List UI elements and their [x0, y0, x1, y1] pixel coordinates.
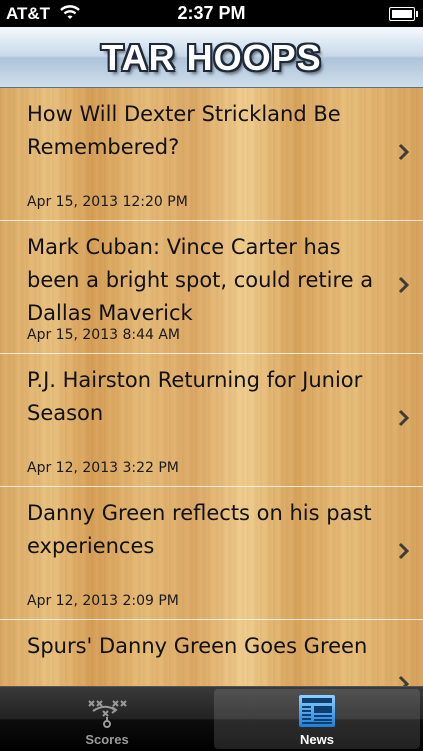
news-row[interactable]: How Will Dexter Strickland Be Remembered…: [0, 88, 423, 221]
news-row[interactable]: P.J. Hairston Returning for Junior Seaso…: [0, 354, 423, 487]
tab-bar: Scores News: [0, 686, 423, 751]
playbook-icon: [88, 700, 127, 728]
tab-label: News: [300, 732, 334, 747]
chevron-right-icon: [398, 143, 410, 161]
chevron-right-icon: [398, 276, 410, 294]
news-title: Danny Green reflects on his past experie…: [27, 501, 372, 558]
news-title: P.J. Hairston Returning for Junior Seaso…: [27, 368, 363, 425]
news-row[interactable]: Mark Cuban: Vince Carter has been a brig…: [0, 221, 423, 354]
tab-scores[interactable]: Scores: [4, 689, 210, 749]
news-list-container[interactable]: How Will Dexter Strickland Be Remembered…: [0, 88, 423, 686]
news-title: How Will Dexter Strickland Be Remembered…: [27, 102, 341, 159]
news-list: How Will Dexter Strickland Be Remembered…: [0, 88, 423, 686]
newspaper-icon: [299, 695, 335, 727]
news-date: Apr 12, 2013 2:09 PM: [27, 593, 179, 609]
tab-news[interactable]: News: [214, 689, 420, 749]
news-row[interactable]: Spurs' Danny Green Goes Green: [0, 620, 423, 686]
news-title: Mark Cuban: Vince Carter has been a brig…: [27, 235, 374, 325]
navigation-bar: TAR HOOPS: [0, 27, 423, 88]
status-bar: AT&T 2:37 PM: [0, 0, 423, 27]
news-title: Spurs' Danny Green Goes Green: [27, 634, 368, 658]
battery-icon: [389, 7, 418, 21]
chevron-right-icon: [398, 542, 410, 560]
chevron-right-icon: [398, 409, 410, 427]
chevron-right-icon: [398, 675, 410, 686]
tab-label: Scores: [85, 732, 129, 747]
news-date: Apr 15, 2013 8:44 AM: [27, 327, 181, 343]
news-date: Apr 12, 2013 3:22 PM: [27, 460, 179, 476]
news-date: Apr 15, 2013 12:20 PM: [27, 194, 188, 210]
news-row[interactable]: Danny Green reflects on his past experie…: [0, 487, 423, 620]
status-time: 2:37 PM: [177, 3, 246, 23]
app-title: TAR HOOPS: [101, 37, 322, 78]
